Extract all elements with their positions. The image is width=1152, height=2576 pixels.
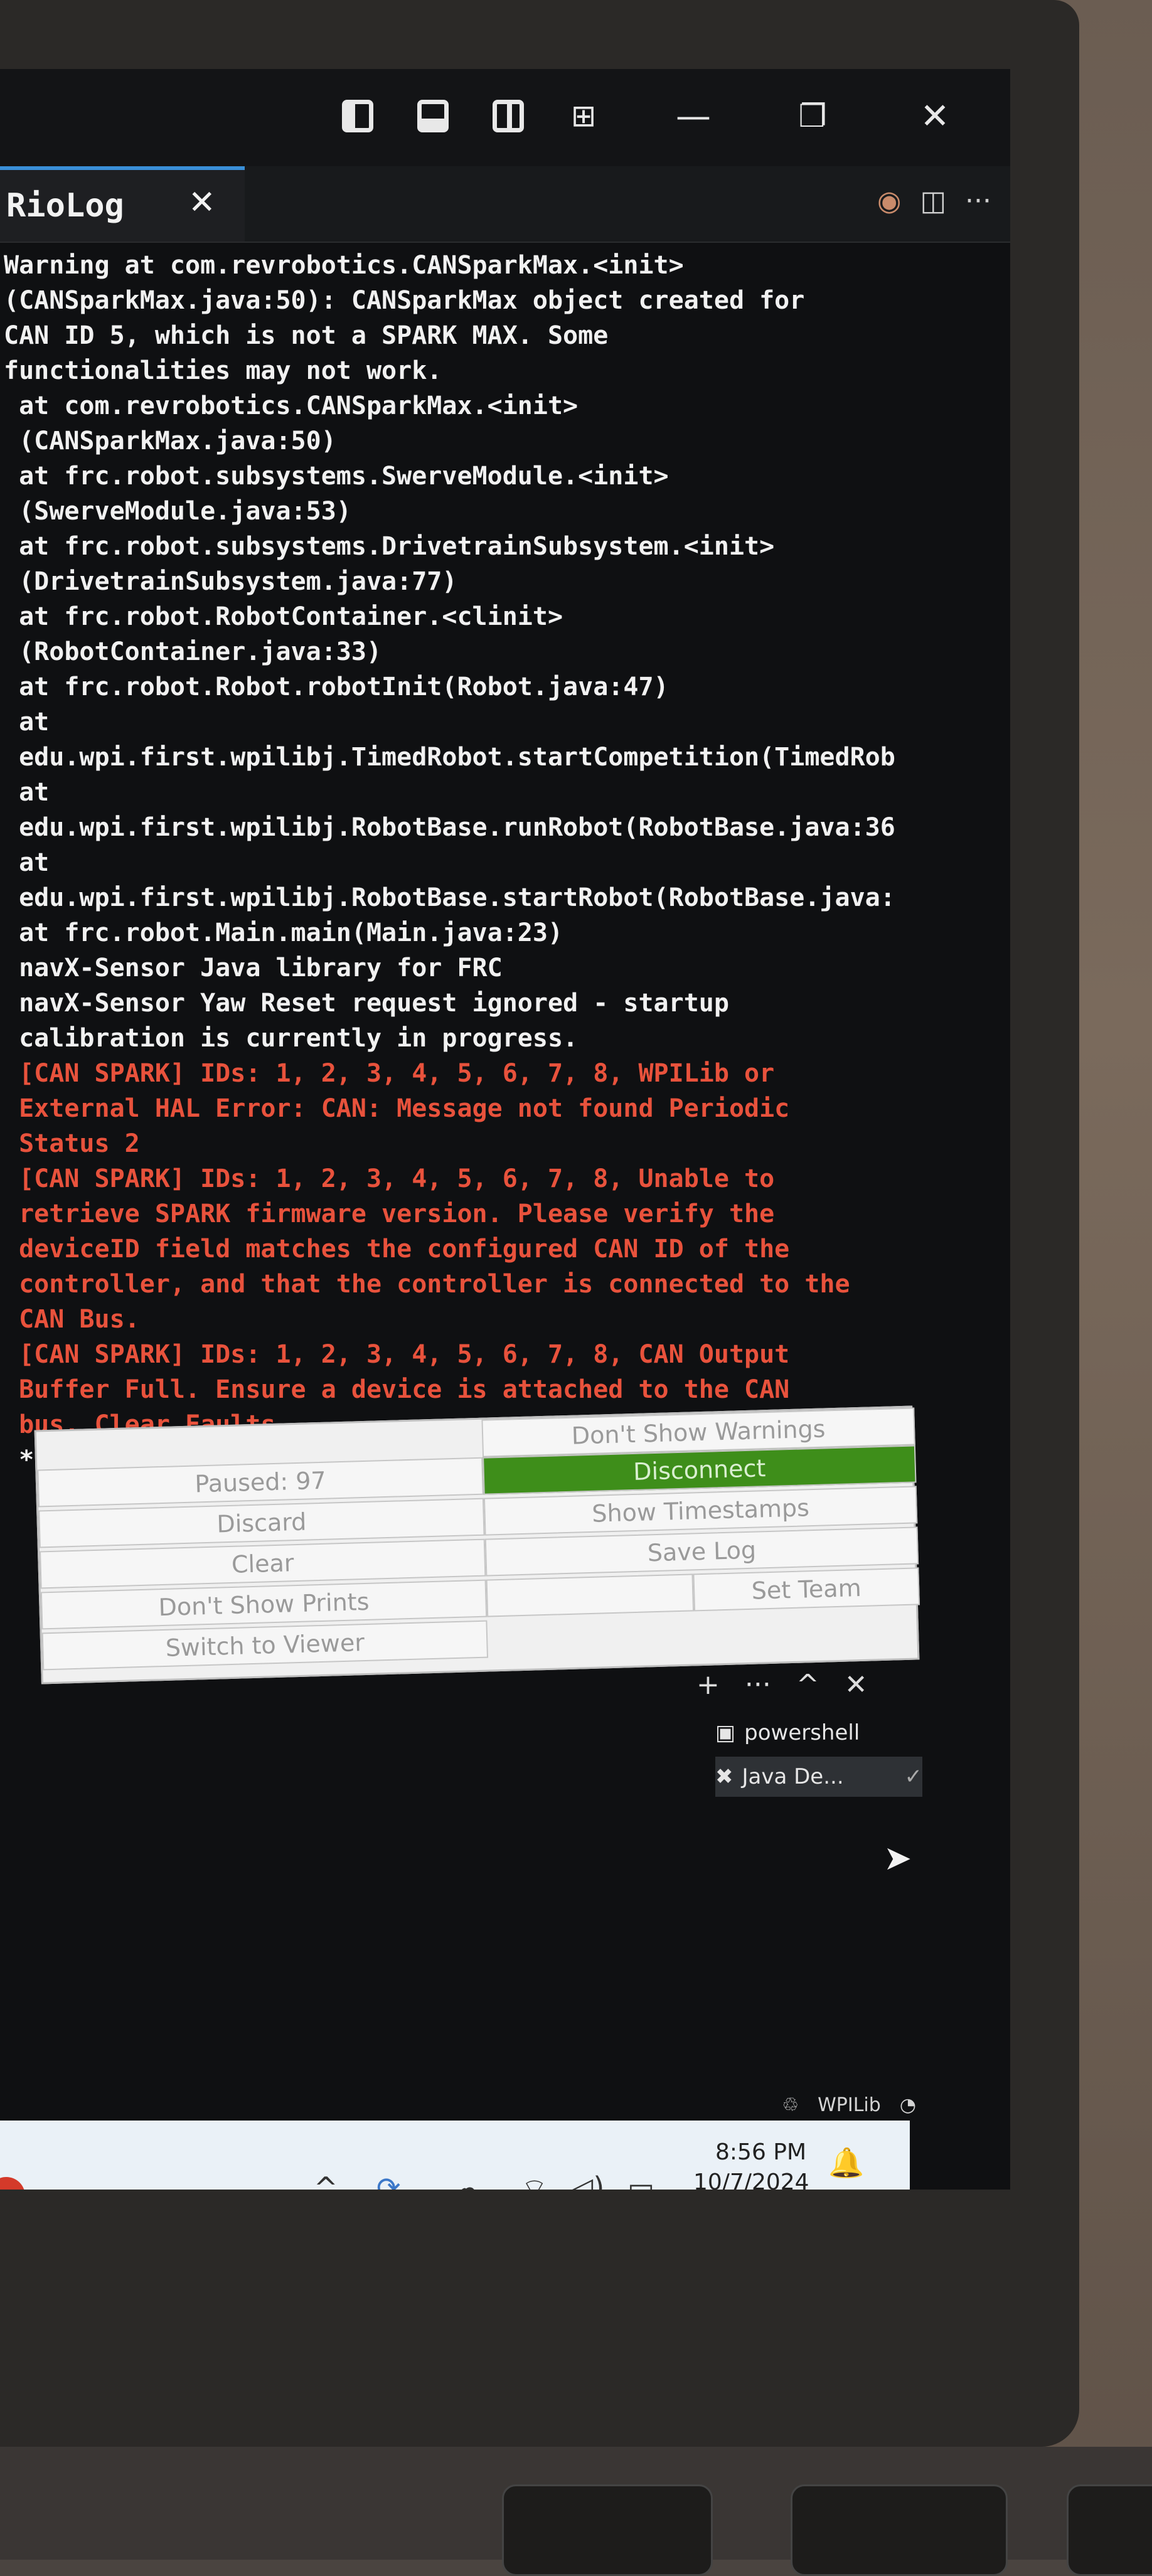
terminal-item-label: powershell: [744, 1720, 860, 1745]
log-line: (RobotContainer.java:33): [4, 637, 382, 666]
show-hidden-icons[interactable]: ^: [314, 2171, 338, 2190]
volume-icon[interactable]: ◁): [571, 2171, 604, 2190]
log-error-line: CAN Bus.: [4, 1305, 140, 1334]
log-error-line: [CAN SPARK] IDs: 1, 2, 3, 4, 5, 6, 7, 8,…: [4, 1059, 775, 1088]
split-editor-icon[interactable]: ◫: [920, 185, 946, 217]
editor-actions: ◉ ◫ ···: [877, 185, 991, 217]
notifications-icon[interactable]: ◔: [900, 2094, 916, 2116]
log-line: (DrivetrainSubsystem.java:77): [4, 567, 457, 596]
screen: ⊞ — ❐ ✕ RioLog ✕ ◉ ◫ ··· Warning at com.…: [0, 69, 1010, 2190]
taskbar: ^ ⟳ ☁ ⌔ ◁) ▭ 8:56 PM 10/7/2024 🔔: [0, 2121, 910, 2190]
mouse-pointer-icon: ➤: [883, 1838, 912, 1878]
wpilib-status[interactable]: WPILib: [818, 2094, 881, 2116]
notification-bell-icon[interactable]: 🔔: [828, 2146, 864, 2180]
terminal-more-icon[interactable]: ···: [745, 1669, 771, 1701]
log-line: functionalities may not work.: [4, 356, 442, 385]
layout-bottom-icon[interactable]: [414, 94, 452, 138]
log-line: at frc.robot.RobotContainer.<clinit>: [4, 602, 563, 631]
new-terminal-icon[interactable]: +: [696, 1669, 720, 1701]
switch-to-viewer-button[interactable]: Switch to Viewer: [41, 1620, 489, 1671]
log-line: at com.revrobotics.CANSparkMax.<init>: [4, 391, 579, 420]
wifi-icon[interactable]: ⌔: [521, 2171, 548, 2190]
clock-date[interactable]: 10/7/2024: [693, 2169, 809, 2190]
log-line: at: [4, 778, 50, 807]
log-line: (SwerveModule.java:53): [4, 497, 351, 526]
terminal-toolbar: + ··· ^ ✕: [696, 1663, 922, 1706]
log-line: CAN ID 5, which is not a SPARK MAX. Some: [4, 321, 609, 350]
log-line: at frc.robot.subsystems.SwerveModule.<in…: [4, 462, 669, 491]
log-line: calibration is currently in progress.: [4, 1024, 579, 1053]
terminal-item-java[interactable]: ✖ Java De... ✓: [715, 1757, 922, 1797]
more-actions-icon[interactable]: ···: [965, 185, 991, 217]
tab-close-icon[interactable]: ✕: [188, 184, 216, 221]
log-line: at frc.robot.subsystems.DrivetrainSubsys…: [4, 532, 775, 561]
log-line: Warning at com.revrobotics.CANSparkMax.<…: [4, 251, 684, 280]
log-line: navX-Sensor Yaw Reset request ignored - …: [4, 989, 729, 1018]
log-error-line: deviceID field matches the configured CA…: [4, 1235, 790, 1264]
log-error-line: [CAN SPARK] IDs: 1, 2, 3, 4, 5, 6, 7, 8,…: [4, 1340, 790, 1369]
terminal-icon: ▣: [715, 1720, 736, 1745]
log-error-line: retrieve SPARK firmware version. Please …: [4, 1200, 775, 1228]
editor-tab-strip: RioLog ✕ ◉ ◫ ···: [0, 166, 1010, 243]
restore-icon[interactable]: ❐: [791, 94, 835, 138]
log-error-line: External HAL Error: CAN: Message not fou…: [4, 1094, 790, 1123]
log-line: (CANSparkMax.java:50): [4, 427, 336, 455]
minimize-icon[interactable]: —: [671, 94, 715, 138]
status-bar: ♲ WPILib ◔: [703, 2089, 916, 2121]
close-icon[interactable]: ✕: [913, 94, 957, 138]
log-line: navX-Sensor Java library for FRC: [4, 954, 503, 982]
keyboard-key: [791, 2484, 1008, 2576]
tools-icon: ✖: [715, 1764, 733, 1789]
clock-time[interactable]: 8:56 PM: [715, 2139, 806, 2165]
sync-icon[interactable]: ⟳: [376, 2171, 401, 2190]
log-error-line: Buffer Full. Ensure a device is attached…: [4, 1375, 790, 1404]
log-line: at frc.robot.Main.main(Main.java:23): [4, 918, 563, 947]
keyboard-key: [502, 2484, 713, 2576]
extension-icon[interactable]: ◉: [877, 185, 901, 217]
log-error-line: Status 2: [4, 1129, 140, 1158]
log-line: (CANSparkMax.java:50): CANSparkMax objec…: [4, 286, 805, 315]
riolog-output: Warning at com.revrobotics.CANSparkMax.<…: [0, 248, 983, 1477]
log-error-line: [CAN SPARK] IDs: 1, 2, 3, 4, 5, 6, 7, 8,…: [4, 1164, 775, 1193]
window-titlebar: ⊞ — ❐ ✕: [0, 69, 1010, 166]
tab-riolog[interactable]: RioLog ✕: [0, 166, 245, 242]
log-line: at: [4, 848, 50, 877]
check-icon: ✓: [904, 1764, 923, 1789]
log-error-line: controller, and that the controller is c…: [4, 1270, 850, 1299]
log-line: edu.wpi.first.wpilibj.RobotBase.startRob…: [4, 883, 895, 912]
app-icon[interactable]: [0, 2177, 25, 2190]
log-line: edu.wpi.first.wpilibj.TimedRobot.startCo…: [4, 743, 895, 772]
terminal-item-powershell[interactable]: ▣ powershell: [715, 1713, 922, 1753]
layout-custom-icon[interactable]: ⊞: [562, 94, 605, 138]
battery-icon[interactable]: ▭: [627, 2171, 654, 2190]
log-line: at frc.robot.Robot.robotInit(Robot.java:…: [4, 673, 669, 701]
riolog-controls-panel: Paused: 97 Discard Clear Don't Show Prin…: [34, 1405, 920, 1685]
terminal-item-label: Java De...: [742, 1764, 844, 1789]
layout-split-icon[interactable]: [489, 94, 527, 138]
blank-button[interactable]: [486, 1573, 695, 1617]
maximize-panel-icon[interactable]: ^: [796, 1669, 819, 1701]
feedback-icon[interactable]: ♲: [782, 2094, 799, 2116]
close-panel-icon[interactable]: ✕: [845, 1669, 868, 1701]
log-line: at: [4, 708, 50, 737]
log-line: edu.wpi.first.wpilibj.RobotBase.runRobot…: [4, 813, 895, 842]
set-team-button[interactable]: Set Team: [693, 1567, 920, 1612]
layout-left-icon[interactable]: [339, 94, 376, 138]
cloud-offline-icon[interactable]: ☁: [452, 2171, 481, 2190]
keyboard-key: [1067, 2484, 1152, 2576]
tab-label: RioLog: [6, 187, 124, 225]
